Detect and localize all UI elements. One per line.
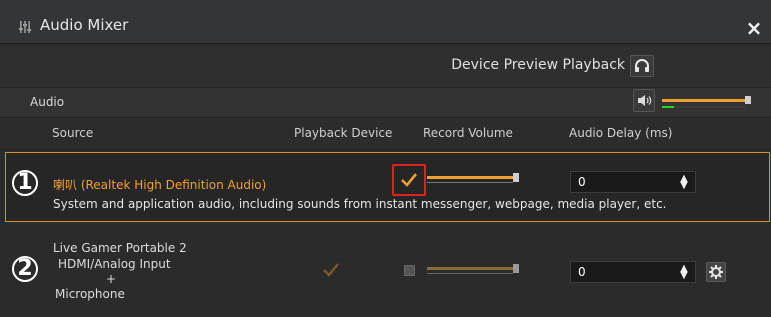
audio-delay-value-2: 0: [578, 265, 586, 279]
source-header: Source: [52, 126, 94, 140]
record-checkbox-2[interactable]: [404, 265, 415, 276]
audio-bar: [0, 88, 771, 118]
source-name-2: Live Gamer Portable 2: [53, 241, 187, 255]
master-volume-slider[interactable]: [662, 96, 752, 110]
record-volume-header: Record Volume: [423, 126, 513, 140]
source-mic-2: Microphone: [55, 287, 125, 301]
step-number-2: 2: [12, 256, 38, 282]
window-title: Audio Mixer: [40, 16, 129, 34]
master-mute-button[interactable]: [633, 89, 655, 112]
audio-label: Audio: [30, 95, 65, 109]
device-preview-button[interactable]: [630, 55, 654, 77]
mixer-icon: [18, 21, 32, 33]
playback-check-icon-2[interactable]: [322, 262, 340, 278]
record-volume-slider-1[interactable]: [427, 171, 522, 187]
gear-icon: [709, 265, 723, 279]
record-volume-slider-2[interactable]: [427, 262, 522, 278]
headphones-icon: [635, 59, 649, 72]
speaker-icon: [638, 95, 652, 106]
playback-device-header: Playback Device: [294, 126, 393, 140]
playback-check-icon[interactable]: [400, 172, 418, 188]
source-subname-2: HDMI/Analog Input: [58, 257, 171, 271]
preview-bar: [0, 46, 771, 88]
delay-spinner-icon[interactable]: ▲ ▼: [678, 174, 690, 191]
step-number-1: 1: [12, 170, 38, 196]
settings-button[interactable]: [706, 262, 726, 282]
close-button[interactable]: ×: [744, 18, 764, 38]
delay-spinner-icon-2[interactable]: ▲ ▼: [678, 264, 690, 281]
source-plus-2: +: [106, 272, 117, 286]
source-name-1: 喇叭 (Realtek High Definition Audio): [53, 178, 267, 192]
device-preview-label: Device Preview Playback: [451, 57, 625, 73]
audio-delay-value-1: 0: [578, 175, 586, 189]
source-description-1: System and application audio, including …: [53, 197, 667, 211]
audio-delay-header: Audio Delay (ms): [569, 126, 673, 140]
